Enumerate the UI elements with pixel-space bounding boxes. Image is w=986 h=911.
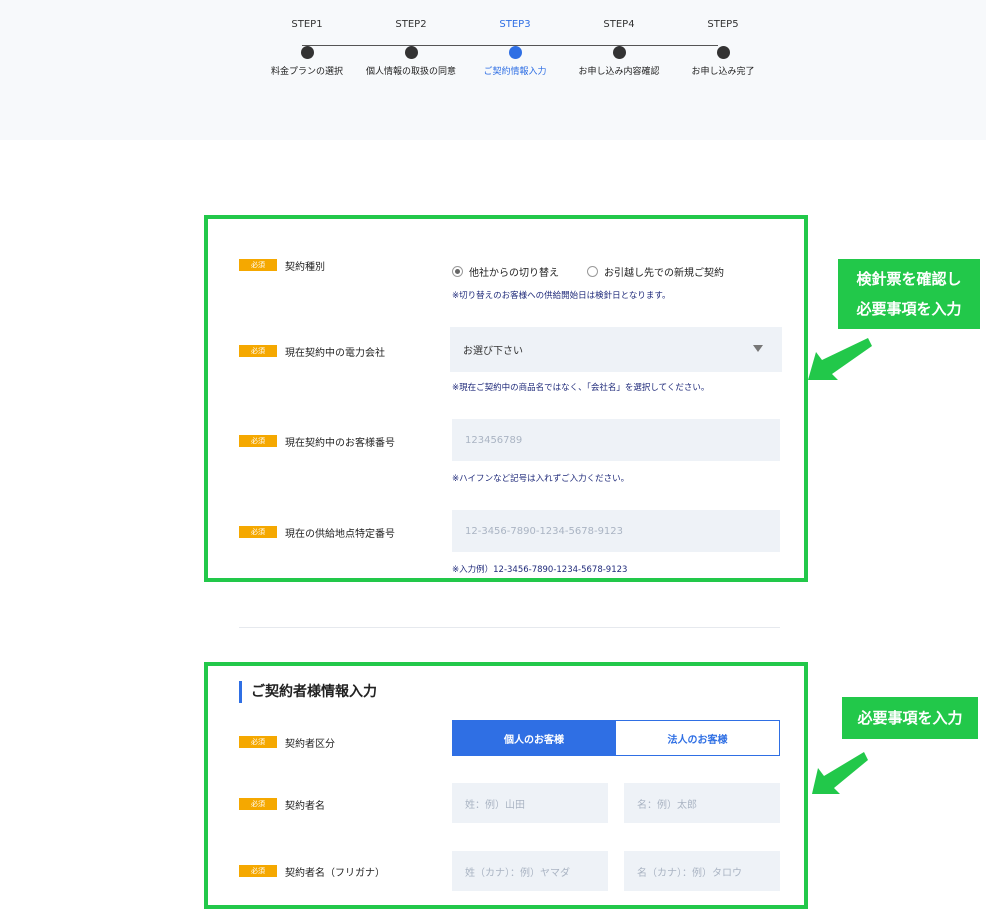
supply-point-note: ※入力例）12-3456-7890-1234-5678-9123 (452, 565, 628, 575)
section-divider (239, 627, 780, 628)
label-text: 現在契約中の電力会社 (285, 347, 385, 359)
last-name-kana-input[interactable]: 姓（カナ）：例）ヤマダ (452, 851, 608, 891)
arrow-icon (808, 338, 872, 380)
customer-number-note: ※ハイフンなど記号は入れずご入力ください。 (452, 474, 630, 484)
contract-type-note: ※切り替えのお客様への供給開始日は検針日となります。 (452, 291, 671, 301)
first-name-input[interactable]: 名：例）太郎 (624, 783, 780, 823)
step-indicator: STEP1 料金プランの選択 STEP2 個人情報の取扱の同意 STEP3 ご契… (255, 0, 765, 90)
callout-line: 検針票を確認し (856, 270, 962, 288)
step-5: STEP5 お申し込み完了 (671, 18, 775, 77)
step-name: 個人情報の取扱の同意 (365, 67, 456, 77)
step-1: STEP1 料金プランの選択 (255, 18, 359, 77)
radio-label[interactable]: お引越し先での新規ご契約 (604, 264, 724, 279)
step-name: お申し込み完了 (691, 67, 755, 77)
individual-button[interactable]: 個人のお客様 (452, 720, 616, 756)
chevron-down-icon (753, 345, 763, 352)
placeholder-text: 名（カナ）：例）タロウ (637, 867, 742, 879)
required-badge: 必須 (239, 865, 277, 877)
step-dot (404, 46, 418, 59)
callout-check-meter: 検針票を確認し 必要事項を入力 (838, 259, 980, 329)
step-dot (612, 46, 626, 59)
company-select[interactable]: お選び下さい (450, 327, 782, 372)
step-name: 料金プランの選択 (270, 67, 343, 77)
placeholder-text: 姓（カナ）：例）ヤマダ (465, 867, 570, 879)
contractor-type-label: 必須 契約者区分 (239, 735, 335, 750)
step-number: STEP4 (603, 19, 635, 30)
placeholder-text: 姓：例）山田 (465, 799, 525, 811)
last-name-input[interactable]: 姓：例）山田 (452, 783, 608, 823)
required-badge: 必須 (239, 526, 277, 538)
callout-input-required: 必要事項を入力 (842, 697, 978, 739)
required-badge: 必須 (239, 435, 277, 447)
section-title: ご契約者様情報入力 (239, 681, 377, 703)
step-dot (716, 46, 730, 59)
corporate-button[interactable]: 法人のお客様 (615, 720, 780, 756)
label-text: 契約者名 (285, 800, 325, 812)
step-4: STEP4 お申し込み内容確認 (567, 18, 671, 77)
step-dot (508, 46, 522, 59)
callout-line: 必要事項を入力 (856, 300, 962, 318)
placeholder-text: 123456789 (465, 434, 523, 446)
step-number: STEP1 (291, 19, 323, 30)
placeholder-text: 名：例）太郎 (637, 799, 697, 811)
select-value: お選び下さい (463, 346, 523, 357)
company-note: ※現在ご契約中の商品名ではなく、「会社名」を選択してください。 (452, 383, 710, 393)
step-dot (300, 46, 314, 59)
radio-label[interactable]: 他社からの切り替え (469, 264, 559, 279)
supply-point-label: 必須 現在の供給地点特定番号 (239, 525, 395, 540)
step-3-active: STEP3 ご契約情報入力 (463, 18, 567, 77)
placeholder-text: 12-3456-7890-1234-5678-9123 (465, 525, 624, 537)
label-text: 契約種別 (285, 261, 325, 273)
step-name: ご契約情報入力 (483, 67, 547, 77)
arrow-icon (812, 752, 868, 794)
radio-new-move-in[interactable] (587, 266, 598, 277)
customer-number-label: 必須 現在契約中のお客様番号 (239, 434, 395, 449)
step-number: STEP3 (499, 19, 531, 30)
required-badge: 必須 (239, 259, 277, 271)
radio-switch-provider[interactable] (452, 266, 463, 277)
required-badge: 必須 (239, 736, 277, 748)
label-text: 契約者名（フリガナ） (285, 867, 385, 879)
customer-number-input[interactable]: 123456789 (452, 419, 780, 461)
label-text: 契約者区分 (285, 738, 335, 750)
step-2: STEP2 個人情報の取扱の同意 (359, 18, 463, 77)
supply-point-input[interactable]: 12-3456-7890-1234-5678-9123 (452, 510, 780, 552)
label-text: 現在の供給地点特定番号 (285, 528, 395, 540)
contractor-kana-label: 必須 契約者名（フリガナ） (239, 864, 385, 879)
first-name-kana-input[interactable]: 名（カナ）：例）タロウ (624, 851, 780, 891)
required-badge: 必須 (239, 345, 277, 357)
current-company-label: 必須 現在契約中の電力会社 (239, 344, 385, 359)
step-name: お申し込み内容確認 (578, 67, 660, 77)
label-text: 現在契約中のお客様番号 (285, 437, 395, 449)
step-number: STEP2 (395, 19, 427, 30)
contract-type-radios: 他社からの切り替え お引越し先での新規ご契約 (452, 264, 724, 279)
contractor-name-label: 必須 契約者名 (239, 797, 325, 812)
required-badge: 必須 (239, 798, 277, 810)
contract-type-label: 必須 契約種別 (239, 258, 325, 273)
step-number: STEP5 (707, 19, 739, 30)
